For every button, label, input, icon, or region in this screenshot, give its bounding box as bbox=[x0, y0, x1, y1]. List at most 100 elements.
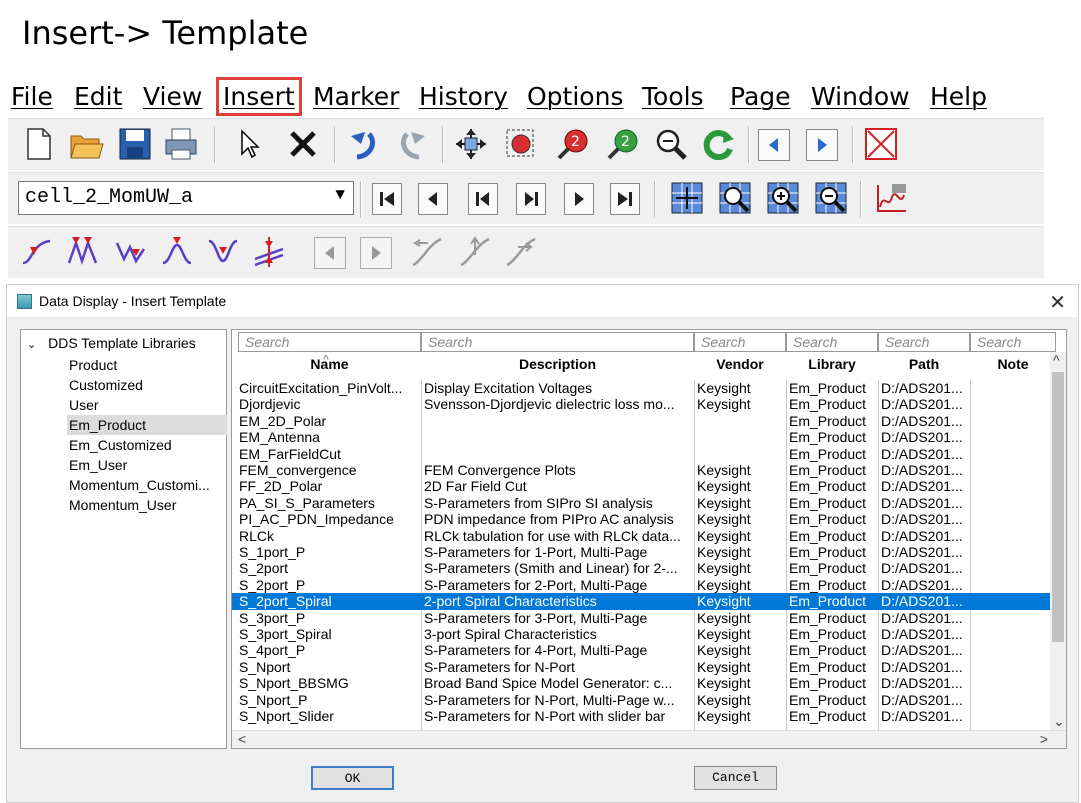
column-header-note[interactable]: Note bbox=[970, 352, 1056, 374]
step-forward-icon[interactable] bbox=[516, 183, 546, 215]
next-page-icon[interactable] bbox=[806, 129, 838, 161]
chevron-down-icon[interactable]: ⌄ bbox=[27, 339, 36, 351]
scroll-up-icon[interactable]: ^ bbox=[1053, 352, 1060, 368]
vertical-scrollbar[interactable]: ^ ⌄ bbox=[1050, 352, 1066, 730]
table-row[interactable]: EM_2D_Polar Em_Product D:/ADS201... bbox=[232, 413, 1052, 429]
last-page-icon[interactable] bbox=[610, 183, 640, 215]
table-row[interactable]: CircuitExcitation_PinVolt... Display Exci… bbox=[232, 380, 1052, 396]
save-icon[interactable] bbox=[116, 125, 154, 163]
marker-delta-icon[interactable] bbox=[250, 233, 288, 271]
print-icon[interactable] bbox=[162, 125, 200, 163]
zoom-box-icon[interactable] bbox=[502, 125, 540, 163]
table-row[interactable]: S_3port_P S-Parameters for 3-Port, Multi-… bbox=[232, 610, 1052, 626]
undo-icon[interactable] bbox=[344, 125, 382, 163]
menu-file[interactable]: File bbox=[11, 82, 53, 111]
menu-history[interactable]: History bbox=[419, 82, 508, 111]
table-row[interactable]: S_Nport_Slider S-Parameters for N-Port wi… bbox=[232, 708, 1052, 724]
menu-window[interactable]: Window bbox=[811, 82, 910, 111]
column-header-description[interactable]: Description bbox=[421, 352, 694, 374]
tree-item-momentum-user[interactable]: Momentum_User bbox=[67, 495, 227, 515]
scroll-right-icon[interactable]: > bbox=[1040, 731, 1048, 747]
marker-next-icon[interactable] bbox=[360, 237, 392, 269]
tree-item-momentum-customized[interactable]: Momentum_Customi... bbox=[67, 475, 227, 495]
tree-root[interactable]: ⌄ DDS Template Libraries bbox=[27, 335, 196, 351]
refresh-icon[interactable] bbox=[700, 125, 738, 163]
marker-max-icon[interactable] bbox=[64, 233, 102, 271]
delete-icon[interactable] bbox=[284, 125, 322, 163]
menu-options[interactable]: Options bbox=[527, 82, 623, 111]
table-row[interactable]: Djordjevic Svensson-Djordjevic dielectric… bbox=[232, 396, 1052, 412]
tree-item-customized[interactable]: Customized bbox=[67, 375, 227, 395]
zoom-out-icon[interactable] bbox=[652, 125, 690, 163]
zoom-in-grid-icon[interactable] bbox=[764, 179, 802, 217]
search-vendor-input[interactable]: Search bbox=[694, 332, 786, 352]
zoom-grid-icon[interactable] bbox=[716, 179, 754, 217]
scroll-down-icon[interactable]: ⌄ bbox=[1053, 713, 1065, 730]
cancel-button[interactable]: Cancel bbox=[694, 766, 777, 790]
menu-view[interactable]: View bbox=[143, 82, 202, 111]
tree-item-product[interactable]: Product bbox=[67, 355, 227, 375]
marker-peak-icon[interactable] bbox=[158, 233, 196, 271]
table-row[interactable]: S_Nport_BBSMG Broad Band Spice Model Gene… bbox=[232, 675, 1052, 691]
table-row[interactable]: S_2port_P S-Parameters for 2-Port, Multi-… bbox=[232, 577, 1052, 593]
table-row[interactable]: PA_SI_S_Parameters S-Parameters from SIPr… bbox=[232, 495, 1052, 511]
column-header-vendor[interactable]: Vendor bbox=[694, 352, 786, 374]
table-row[interactable]: EM_FarFieldCut Em_Product D:/ADS201... bbox=[232, 446, 1052, 462]
marker-normal-icon[interactable] bbox=[18, 233, 56, 271]
menu-help[interactable]: Help bbox=[930, 82, 987, 111]
search-description-input[interactable]: Search bbox=[421, 332, 694, 352]
table-row[interactable]: S_2port S-Parameters (Smith and Linear) f… bbox=[232, 560, 1052, 576]
table-row[interactable]: S_4port_P S-Parameters for 4-Port, Multi-… bbox=[232, 642, 1052, 658]
tree-item-em-user[interactable]: Em_User bbox=[67, 455, 227, 475]
ok-button[interactable]: OK bbox=[311, 766, 394, 790]
menu-page[interactable]: Page bbox=[730, 82, 791, 111]
tree-item-em-product[interactable]: Em_Product bbox=[67, 415, 227, 435]
step-back-icon[interactable] bbox=[468, 183, 498, 215]
tree-item-user[interactable]: User bbox=[67, 395, 227, 415]
column-header-name[interactable]: ^ Name bbox=[238, 352, 421, 374]
table-row[interactable]: S_3port_Spiral 3-port Spiral Characterist… bbox=[232, 626, 1052, 642]
marker-valley-icon[interactable] bbox=[204, 233, 242, 271]
table-row[interactable]: S_Nport S-Parameters for N-Port Keysight Em… bbox=[232, 659, 1052, 675]
table-row[interactable]: FEM_convergence FEM Convergence Plots Keys… bbox=[232, 462, 1052, 478]
close-icon[interactable]: ✕ bbox=[1049, 290, 1066, 315]
column-header-library[interactable]: Library bbox=[786, 352, 878, 374]
marker-prev-icon[interactable] bbox=[314, 237, 346, 269]
move-icon[interactable] bbox=[452, 125, 490, 163]
table-row[interactable]: S_2port_Spiral 2-port Spiral Characterist… bbox=[232, 593, 1052, 610]
previous-page-icon[interactable] bbox=[758, 129, 790, 161]
vertical-scroll-thumb[interactable] bbox=[1052, 372, 1064, 642]
table-row[interactable]: S_Nport_P S-Parameters for N-Port, Multi-… bbox=[232, 692, 1052, 708]
next-icon[interactable] bbox=[564, 183, 594, 215]
delete-page-icon[interactable] bbox=[862, 125, 900, 163]
zoom-in-2-icon[interactable]: 2 bbox=[554, 125, 592, 163]
horizontal-scrollbar[interactable]: < > bbox=[232, 730, 1066, 748]
first-page-icon[interactable] bbox=[372, 183, 402, 215]
search-note-input[interactable]: Search bbox=[970, 332, 1056, 352]
cell-selector[interactable]: cell_2_MomUW_a ▼ bbox=[18, 181, 354, 215]
new-file-icon[interactable] bbox=[20, 125, 58, 163]
search-path-input[interactable]: Search bbox=[878, 332, 970, 352]
table-row[interactable]: RLCk RLCk tabulation for use with RLCk da… bbox=[232, 528, 1052, 544]
zoom-out-2-icon[interactable]: 2 bbox=[604, 125, 642, 163]
pointer-icon[interactable] bbox=[230, 125, 268, 163]
table-row[interactable]: S_1port_P S-Parameters for 1-Port, Multi-… bbox=[232, 544, 1052, 560]
open-folder-icon[interactable] bbox=[68, 125, 106, 163]
table-row[interactable]: FF_2D_Polar 2D Far Field Cut Keysight Em_Pr… bbox=[232, 478, 1052, 494]
prev-icon[interactable] bbox=[418, 183, 448, 215]
menu-marker[interactable]: Marker bbox=[313, 82, 399, 111]
search-library-input[interactable]: Search bbox=[786, 332, 878, 352]
menu-edit[interactable]: Edit bbox=[74, 82, 122, 111]
menu-insert[interactable]: Insert bbox=[216, 77, 302, 116]
marker-move-up-icon[interactable] bbox=[456, 233, 494, 271]
zoom-out-grid-icon[interactable] bbox=[812, 179, 850, 217]
redo-icon[interactable] bbox=[394, 125, 432, 163]
scroll-left-icon[interactable]: < bbox=[238, 731, 246, 747]
tree-item-em-customized[interactable]: Em_Customized bbox=[67, 435, 227, 455]
table-row[interactable]: EM_Antenna Em_Product D:/ADS201... bbox=[232, 429, 1052, 445]
menu-tools[interactable]: Tools bbox=[642, 82, 704, 111]
plot-trace-icon[interactable] bbox=[872, 179, 910, 217]
column-header-path[interactable]: Path bbox=[878, 352, 970, 374]
marker-move-left-icon[interactable] bbox=[408, 233, 446, 271]
marker-move-right-icon[interactable] bbox=[502, 233, 540, 271]
